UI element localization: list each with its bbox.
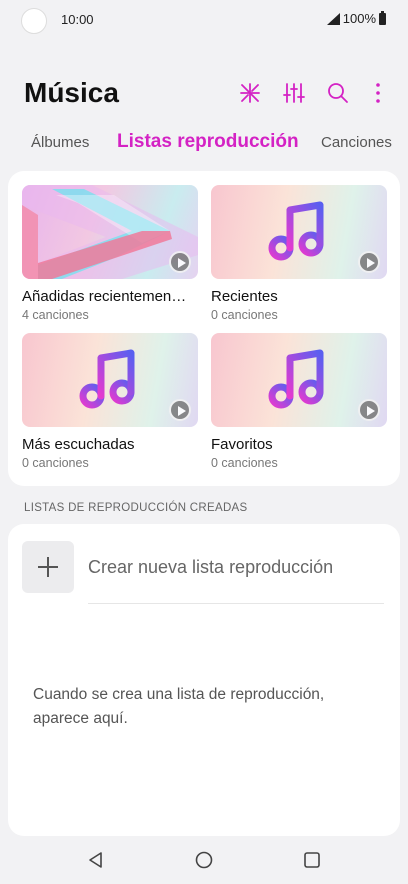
playlist-count: 4 canciones [22, 308, 89, 322]
created-playlists-heading: LISTAS DE REPRODUCCIÓN CREADAS [24, 502, 248, 514]
playlist-count: 0 canciones [22, 456, 89, 470]
create-playlist-label: Crear nueva lista reproducción [88, 557, 334, 577]
back-icon[interactable] [84, 848, 108, 872]
playlist-thumbnail [22, 333, 198, 427]
status-right: 100% [326, 10, 386, 26]
battery-percent: 100% [342, 11, 376, 26]
tab-canciones[interactable]: Canciones [321, 134, 392, 151]
more-vert-icon[interactable] [364, 79, 392, 107]
app-header: Música [0, 75, 408, 115]
status-avatar-icon [21, 8, 47, 34]
music-note-icon [78, 348, 142, 412]
playlist-recientes[interactable]: Recientes 0 canciones [211, 185, 387, 322]
playlist-mas-escuchadas[interactable]: Más escuchadas 0 canciones [22, 333, 198, 470]
page-title: Música [24, 77, 119, 108]
playlist-thumbnail [211, 333, 387, 427]
music-note-icon [267, 200, 331, 264]
status-bar: 10:00 100% [0, 0, 408, 40]
default-playlists-card: Añadidas recientemen… 4 canciones Recien… [8, 171, 400, 486]
tab-bar: Álbumes Listas reproducción Canciones [0, 128, 408, 160]
tab-albumes[interactable]: Álbumes [31, 134, 89, 151]
playlist-name: Favoritos [211, 436, 273, 453]
empty-state-message: Cuando se crea una lista de reproducción… [33, 686, 325, 727]
tab-listas-reproduccion[interactable]: Listas reproducción [117, 131, 299, 153]
equalizer-icon[interactable] [280, 79, 308, 107]
playlist-count: 0 canciones [211, 308, 278, 322]
playlist-count: 0 canciones [211, 456, 278, 470]
home-icon[interactable] [192, 848, 216, 872]
playlist-recently-added[interactable]: Añadidas recientemen… 4 canciones [22, 185, 198, 322]
music-note-icon [267, 348, 331, 412]
play-icon[interactable] [169, 399, 191, 421]
playlist-name: Más escuchadas [22, 436, 135, 453]
created-playlists-card: Crear nueva lista reproducción Cuando se… [8, 524, 400, 836]
playlist-thumbnail [22, 185, 198, 279]
music-visualizer-icon[interactable] [236, 79, 264, 107]
playlist-name: Recientes [211, 288, 278, 305]
playlist-thumbnail [211, 185, 387, 279]
play-icon[interactable] [358, 251, 380, 273]
signal-icon [326, 12, 340, 25]
play-icon[interactable] [169, 251, 191, 273]
navigation-bar [0, 836, 408, 884]
playlist-name: Añadidas recientemen… [22, 288, 187, 305]
battery-icon [379, 10, 386, 25]
playlist-favoritos[interactable]: Favoritos 0 canciones [211, 333, 387, 470]
recents-icon[interactable] [300, 848, 324, 872]
divider [88, 603, 384, 604]
status-time: 10:00 [61, 12, 94, 27]
create-playlist-button[interactable]: Crear nueva lista reproducción [22, 541, 386, 593]
play-icon[interactable] [358, 399, 380, 421]
search-icon[interactable] [324, 79, 352, 107]
plus-icon [22, 541, 74, 593]
